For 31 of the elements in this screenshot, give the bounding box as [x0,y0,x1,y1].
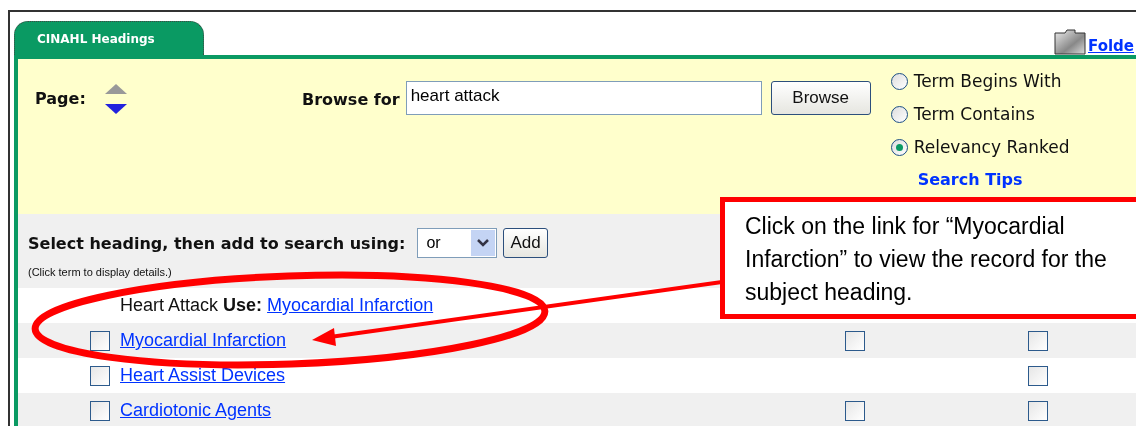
radio-option[interactable]: Relevancy Ranked [890,137,1070,157]
add-button[interactable]: Add [503,228,548,258]
radio-option[interactable]: Term Begins With [890,71,1070,91]
radio-option[interactable]: Term Contains [890,104,1070,124]
page-label: Page: [35,89,86,108]
heading-link[interactable]: Heart Assist Devices [120,365,286,385]
checkbox[interactable] [1028,330,1048,351]
page-down-icon[interactable] [103,103,128,115]
tab[interactable]: CINAHL Headings [14,21,204,55]
folder-link[interactable]: Folde [1088,37,1136,55]
heading-link[interactable]: Cardiotonic Agents [120,400,272,420]
folder-icon[interactable] [1054,29,1086,55]
checkbox[interactable] [845,400,865,421]
checkbox[interactable] [1028,365,1048,386]
search-field[interactable]: heart attack [405,81,762,115]
heading-link[interactable]: Myocardial Infarction [267,295,434,316]
heading-link[interactable]: Myocardial Infarction [120,330,287,350]
term-text: Heart Attack Use: [120,295,263,316]
page-up-icon[interactable] [103,83,128,95]
combine-label: Select heading, then add to search using: [28,233,406,253]
checkbox[interactable] [845,330,865,351]
checkbox[interactable] [90,330,110,351]
checkbox[interactable] [1028,400,1048,421]
browse-button[interactable]: Browse [770,81,871,115]
hint-text: (Click term to display details.) [28,266,173,278]
callout-text: Click on the link for “Myocardial Infarction” to view the record for the subject heading. [720,197,1136,319]
search-tips-link[interactable]: Search Tips [917,170,1070,189]
browse-label: Browse for [302,89,400,109]
checkbox[interactable] [90,400,110,421]
checkbox[interactable] [90,365,110,386]
operator-dropdown[interactable]: or [417,228,498,258]
